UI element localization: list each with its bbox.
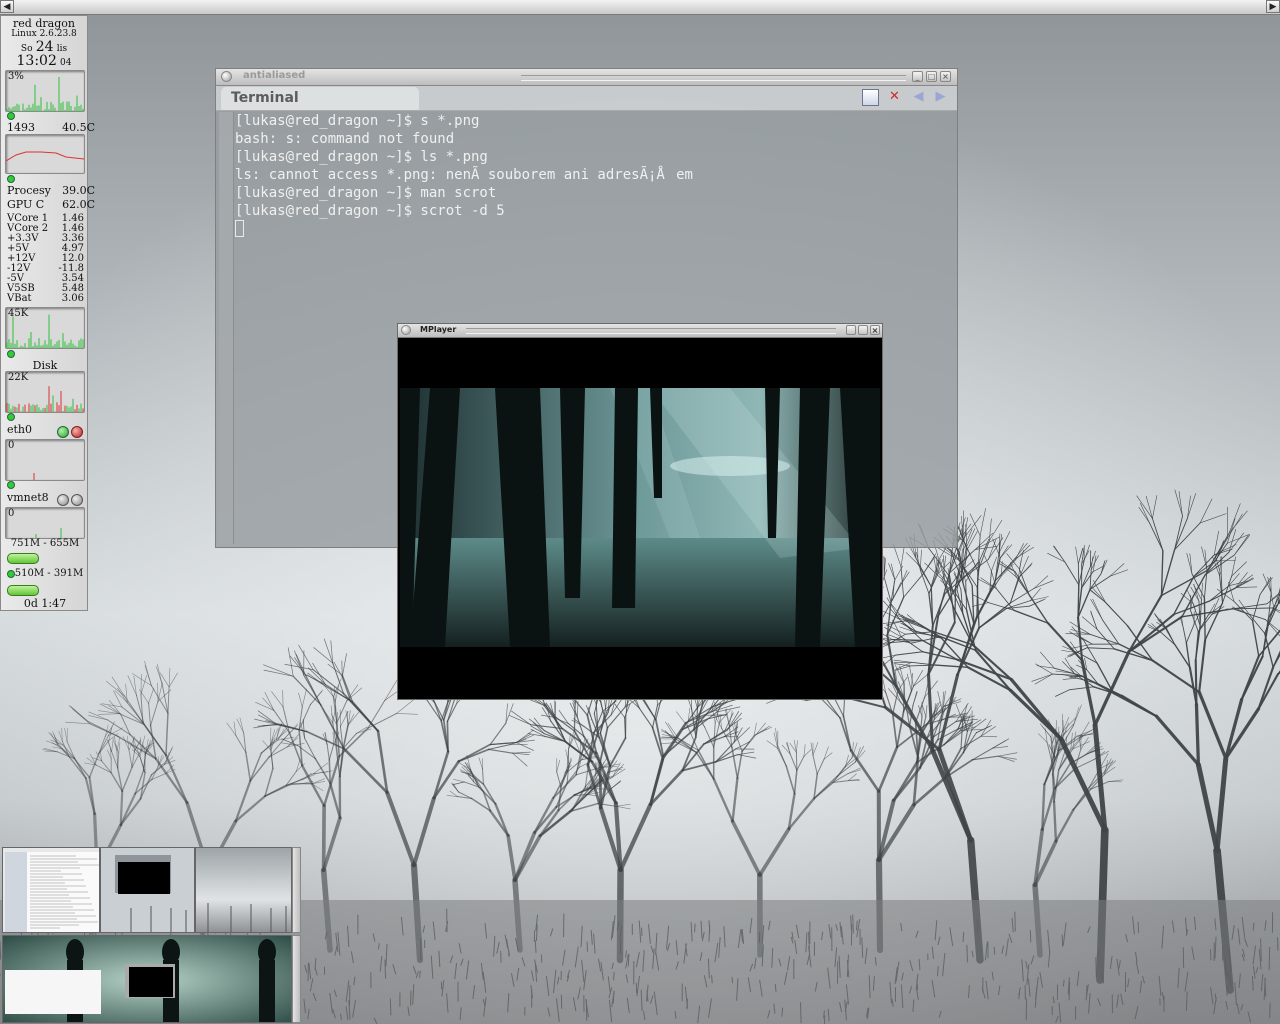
- mplayer-window-menu-icon[interactable]: [401, 325, 411, 335]
- clock-time: 13:02 04: [1, 53, 87, 69]
- voltage-name: VBat: [7, 293, 32, 304]
- proc-led-icon: [7, 350, 15, 358]
- vmnet8-graph[interactable]: 0: [5, 507, 85, 539]
- eth0-graph[interactable]: 0: [5, 439, 85, 481]
- desktop-pager: [0, 844, 302, 1024]
- eth0-tx-led-icon: [71, 426, 83, 438]
- clock-seconds: 04: [60, 58, 72, 68]
- pager-desktop-2-preview: [101, 848, 194, 932]
- terminal-line: bash: s: command not found: [235, 131, 455, 147]
- vmnet8-graph-plot: [35, 528, 62, 538]
- cpu-percent: 3%: [8, 71, 24, 82]
- top-panel: ◀ ▶: [0, 0, 1280, 15]
- mem-usage: 751M - 655M: [10, 538, 80, 549]
- processor-row: Procesy 39.0C: [1, 184, 100, 197]
- proc-graph[interactable]: 45K: [5, 307, 85, 349]
- processor-temp: 39.0C: [62, 184, 95, 197]
- terminal-line: [lukas@red_dragon ~]$ s *.png: [235, 113, 480, 129]
- terminal-titlebar[interactable]: antialiased _ □ ×: [216, 69, 957, 86]
- processor-label: Procesy: [7, 184, 51, 197]
- terminal-line: ls: cannot access *.png: nenÃ­ souborem …: [235, 167, 693, 183]
- pager-desktop-4[interactable]: [2, 935, 292, 1023]
- voltage-list: VCore 1 1.46 VCore 2 1.46 +3.3V 3.36 +5V 4.9…: [1, 214, 89, 304]
- pager-desktop-2[interactable]: [100, 847, 195, 933]
- mplayer-maximize-icon[interactable]: [858, 325, 868, 335]
- pager-desktop-3-preview: [196, 848, 291, 932]
- tab-terminal[interactable]: Terminal: [221, 87, 419, 110]
- swap-bar: [7, 585, 39, 596]
- gpu-label: GPU C: [7, 198, 45, 211]
- gpu-temp: 62.0C: [62, 198, 95, 211]
- pager-desktop-1-preview: [3, 848, 99, 932]
- mplayer-titlebar[interactable]: MPlayer ×: [398, 324, 882, 338]
- cpu-graph[interactable]: 3%: [5, 70, 85, 112]
- clock-month: lis: [56, 44, 68, 54]
- mplayer-window[interactable]: MPlayer ×: [397, 323, 883, 700]
- swap-usage: 510M - 391M: [14, 568, 84, 579]
- fan-temp: 40.5C: [62, 121, 95, 134]
- eth0-value: 0: [8, 440, 15, 451]
- terminal-tabbar: Terminal ✕ ◀ ▶: [216, 86, 957, 111]
- cpu-led-icon: [7, 112, 15, 120]
- mplayer-titlebar-groove: [466, 328, 836, 334]
- gpu-row: GPU C 62.0C: [1, 198, 100, 211]
- fan-rpm: 1493: [7, 121, 35, 134]
- eth0-led-icon: [7, 481, 15, 489]
- video-frame[interactable]: [400, 388, 880, 647]
- pager-scroll-right-2-icon[interactable]: [292, 935, 301, 1023]
- previous-tab-icon[interactable]: ◀: [910, 89, 927, 106]
- terminal-scrollbar[interactable]: [219, 112, 234, 544]
- proc-value: 45K: [8, 308, 29, 319]
- eth0-rx-led-icon: [57, 426, 69, 438]
- left-arrow-icon[interactable]: ◀: [0, 0, 14, 13]
- temp-led-icon: [7, 175, 15, 183]
- voltage-row: VBat 3.06: [1, 294, 89, 304]
- voltage-value: 3.06: [61, 293, 84, 304]
- eth0-graph-plot: [33, 473, 35, 480]
- temp-graph[interactable]: [5, 134, 85, 174]
- maximize-icon[interactable]: □: [926, 71, 937, 82]
- vmnet8-rx-led-icon: [57, 494, 69, 506]
- disk-value: 22K: [8, 372, 29, 383]
- terminal-line: [lukas@red_dragon ~]$ man scrot: [235, 185, 497, 201]
- terminal-line: [lukas@red_dragon ~]$ ls *.png: [235, 149, 488, 165]
- hostname: red dragon: [13, 17, 75, 30]
- disk-graph[interactable]: 22K: [5, 371, 85, 413]
- mplayer-close-icon[interactable]: ×: [870, 325, 880, 335]
- right-arrow-icon[interactable]: ▶: [1266, 0, 1280, 13]
- disk-led-icon: [7, 413, 15, 421]
- pager-desktop-4-preview: [3, 936, 291, 1022]
- terminal-cursor: [235, 220, 244, 237]
- vmnet8-tx-led-icon: [71, 494, 83, 506]
- pager-desktop-3[interactable]: [195, 847, 292, 933]
- next-tab-icon[interactable]: ▶: [932, 89, 949, 106]
- terminal-window-title: antialiased: [243, 70, 306, 81]
- vmnet8-value: 0: [8, 508, 15, 519]
- close-tab-icon[interactable]: ✕: [886, 89, 903, 106]
- disk-label: Disk: [32, 359, 58, 372]
- gkrellm-monitor: red dragon Linux 2.6.23.8 So 24 lis 13:0…: [0, 15, 95, 611]
- pager-desktop-1[interactable]: [2, 847, 100, 933]
- mplayer-minimize-icon[interactable]: [846, 325, 856, 335]
- mplayer-window-title: MPlayer: [420, 325, 457, 334]
- uptime: 0d 1:47: [23, 597, 67, 610]
- minimize-icon[interactable]: _: [912, 71, 923, 82]
- mem-bar: [7, 553, 39, 564]
- pager-scroll-right-icon[interactable]: [292, 847, 301, 933]
- terminal-line: [lukas@red_dragon ~]$ scrot -d 5: [235, 203, 505, 219]
- titlebar-groove: [521, 75, 906, 81]
- temp-graph-plot: [6, 151, 84, 162]
- clock-hm: 13:02: [16, 53, 57, 69]
- terminal-output[interactable]: [lukas@red_dragon ~]$ s *.png bash: s: c…: [235, 112, 693, 239]
- window-menu-icon[interactable]: [221, 71, 232, 82]
- new-tab-icon[interactable]: [862, 89, 879, 106]
- tab-terminal-label: Terminal: [231, 90, 299, 106]
- fan-row: 1493 40.5C: [1, 121, 100, 134]
- close-icon[interactable]: ×: [940, 71, 951, 82]
